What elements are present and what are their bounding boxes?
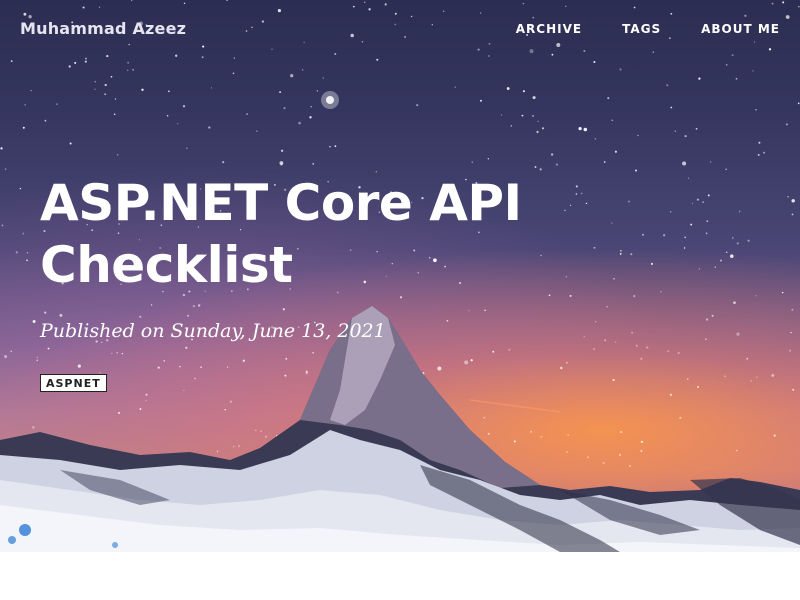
nav-link-archive[interactable]: ARCHIVE xyxy=(516,22,582,36)
nav-links: ARCHIVE TAGS ABOUT ME xyxy=(516,22,780,36)
nav-link-about-me[interactable]: ABOUT ME xyxy=(701,22,780,36)
intro-header: Muhammad Azeez ARCHIVE TAGS ABOUT ME ASP… xyxy=(0,0,800,552)
site-brand-link[interactable]: Muhammad Azeez xyxy=(20,19,186,38)
post-title: ASP.NET Core API Checklist xyxy=(40,174,522,294)
tag-aspnet[interactable]: ASPNET xyxy=(40,374,107,392)
nav-link-tags[interactable]: TAGS xyxy=(622,22,661,36)
main-navbar: Muhammad Azeez ARCHIVE TAGS ABOUT ME xyxy=(0,0,800,60)
post-tags: ASPNET xyxy=(40,372,600,392)
post-meta: Published on Sunday, June 13, 2021 xyxy=(40,320,386,342)
post-heading: ASP.NET Core API Checklist Published on … xyxy=(40,172,600,392)
